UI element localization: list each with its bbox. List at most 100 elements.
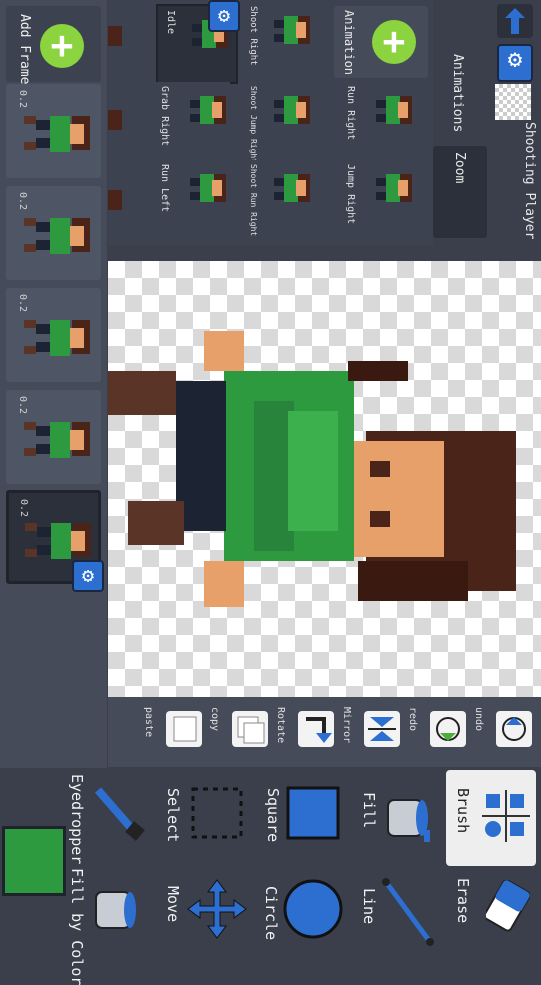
select-tool[interactable]: Select <box>164 770 256 866</box>
circle-tool[interactable]: Circle <box>262 868 356 964</box>
zoom-label: Zoom <box>452 152 467 184</box>
plus-icon: + <box>40 24 84 68</box>
circle-label: Circle <box>262 886 280 941</box>
undo-label: undo <box>473 707 484 732</box>
animation-item-grab-right[interactable]: Grab Right <box>156 82 230 158</box>
current-color-swatch[interactable] <box>2 826 66 896</box>
frame-sprite <box>24 422 90 458</box>
animation-label: Shoot Run Right <box>249 164 258 237</box>
frame-thumb-3[interactable]: 0.2 <box>6 288 101 382</box>
animation-label: Shoot Jump Right <box>249 86 258 164</box>
frame-sprite <box>24 320 90 356</box>
frame-thumb-1[interactable]: 0.2 <box>6 84 101 178</box>
fill-by-color-label: Fill by Color <box>68 868 86 985</box>
fill-by-color-tool[interactable]: Fill by Color <box>68 868 166 985</box>
paste-button[interactable]: paste <box>140 705 206 763</box>
mirror-label: Mirror <box>341 707 352 744</box>
animation-sprite <box>274 174 310 202</box>
zoom-button[interactable]: Zoom <box>433 146 487 238</box>
tools-panel: Brush Erase Fill Line Square Circle Sele… <box>0 768 541 985</box>
eraser-icon <box>486 880 530 932</box>
copy-icon <box>232 711 268 747</box>
mirror-icon <box>364 711 400 747</box>
animation-settings-gear-icon[interactable]: ⚙ <box>208 0 240 32</box>
undo-icon <box>496 711 532 747</box>
rotate-label: Rotate <box>275 707 286 744</box>
animation-label: Run Left <box>159 164 170 213</box>
animation-label: Idle <box>165 10 176 35</box>
brush-icon <box>482 790 530 842</box>
drawing-canvas[interactable] <box>108 261 541 697</box>
move-arrows-icon <box>187 879 247 939</box>
redo-icon <box>430 711 466 747</box>
partial-sprite <box>108 26 122 210</box>
add-frame-button[interactable]: + Add Frame <box>6 6 101 85</box>
plus-icon: + <box>372 20 416 64</box>
animation-label: Jump Right <box>345 164 356 225</box>
paste-label: paste <box>143 707 154 738</box>
add-frame-label: Add Frame <box>17 14 32 85</box>
undo-button[interactable]: undo <box>470 705 536 763</box>
animation-sprite <box>376 96 412 124</box>
project-thumbnail <box>495 84 531 120</box>
animation-item-jump-right[interactable]: Jump Right <box>342 160 416 236</box>
animation-sprite <box>376 174 412 202</box>
animations-tab-label: Animations <box>450 54 465 133</box>
redo-button[interactable]: redo <box>404 705 470 763</box>
paint-bucket-icon <box>95 891 136 929</box>
project-title: Shooting Player <box>522 122 537 240</box>
animation-sprite <box>190 174 226 202</box>
copy-button[interactable]: copy <box>206 705 272 763</box>
move-tool[interactable]: Move <box>164 868 256 964</box>
upload-arrow-icon[interactable] <box>497 4 533 38</box>
animations-scroll-left <box>108 0 154 246</box>
frames-panel: + Add Frame 0.2 0.2 0.2 0.2 0.2 ⚙ <box>0 0 107 768</box>
fill-tool[interactable]: Fill <box>356 770 446 866</box>
paste-icon <box>166 711 202 747</box>
animation-label: Run Right <box>345 86 356 141</box>
action-toolbar: undo redo Mirror Rotate copy paste <box>108 697 541 767</box>
select-label: Select <box>164 788 182 843</box>
animation-item-shoot-jump-right[interactable]: Shoot Jump Right <box>236 82 310 163</box>
project-settings-gear-icon[interactable]: ⚙ <box>497 44 533 82</box>
top-header: Animations Zoom ⚙ Shooting Player <box>433 0 541 246</box>
rotate-icon <box>298 711 334 747</box>
frame-thumb-2[interactable]: 0.2 <box>6 186 101 280</box>
line-tool[interactable]: Line <box>356 868 446 964</box>
square-label: Square <box>264 788 282 843</box>
animation-item-run-right[interactable]: Run Right <box>342 82 416 158</box>
square-icon <box>286 786 340 840</box>
square-tool[interactable]: Square <box>264 770 356 866</box>
mirror-button[interactable]: Mirror <box>338 705 404 763</box>
erase-label: Erase <box>454 878 472 924</box>
paint-bucket-icon <box>387 799 430 842</box>
rotate-button[interactable]: Rotate <box>272 705 338 763</box>
animation-item-run-left[interactable]: Run Left <box>156 160 230 236</box>
erase-tool[interactable]: Erase <box>446 868 536 964</box>
add-animation-label: Animation <box>342 10 356 76</box>
frame-sprite <box>24 218 90 254</box>
eyedropper-icon <box>94 787 145 841</box>
eyedropper-tool[interactable]: Eyedropper <box>68 770 166 866</box>
eyedropper-label: Eyedropper <box>68 774 86 865</box>
frame-thumb-4[interactable]: 0.2 <box>6 390 101 484</box>
brush-label: Brush <box>454 788 472 834</box>
add-animation-button[interactable]: + Animation <box>334 6 428 78</box>
character-sprite <box>108 331 516 607</box>
line-icon <box>382 878 434 946</box>
circle-icon <box>283 879 343 939</box>
animation-label: Shoot Right <box>248 6 258 66</box>
frame-sprite <box>24 116 90 152</box>
animation-item-shoot-right[interactable]: Shoot Right <box>236 2 310 78</box>
animations-panel: + Animation Run Right Jump Right Shoot R… <box>108 0 433 246</box>
animation-item-shoot-run-right[interactable]: Shoot Run Right <box>236 160 310 236</box>
brush-tool[interactable]: Brush <box>446 770 536 866</box>
animation-label: Grab Right <box>159 86 170 147</box>
selection-marquee-icon <box>191 787 243 839</box>
copy-label: copy <box>209 707 220 732</box>
animation-sprite <box>190 96 226 124</box>
frame-settings-gear-icon[interactable]: ⚙ <box>72 560 104 592</box>
fill-label: Fill <box>360 792 378 829</box>
animations-tab[interactable]: Animations <box>439 42 469 142</box>
animation-sprite <box>274 96 310 124</box>
